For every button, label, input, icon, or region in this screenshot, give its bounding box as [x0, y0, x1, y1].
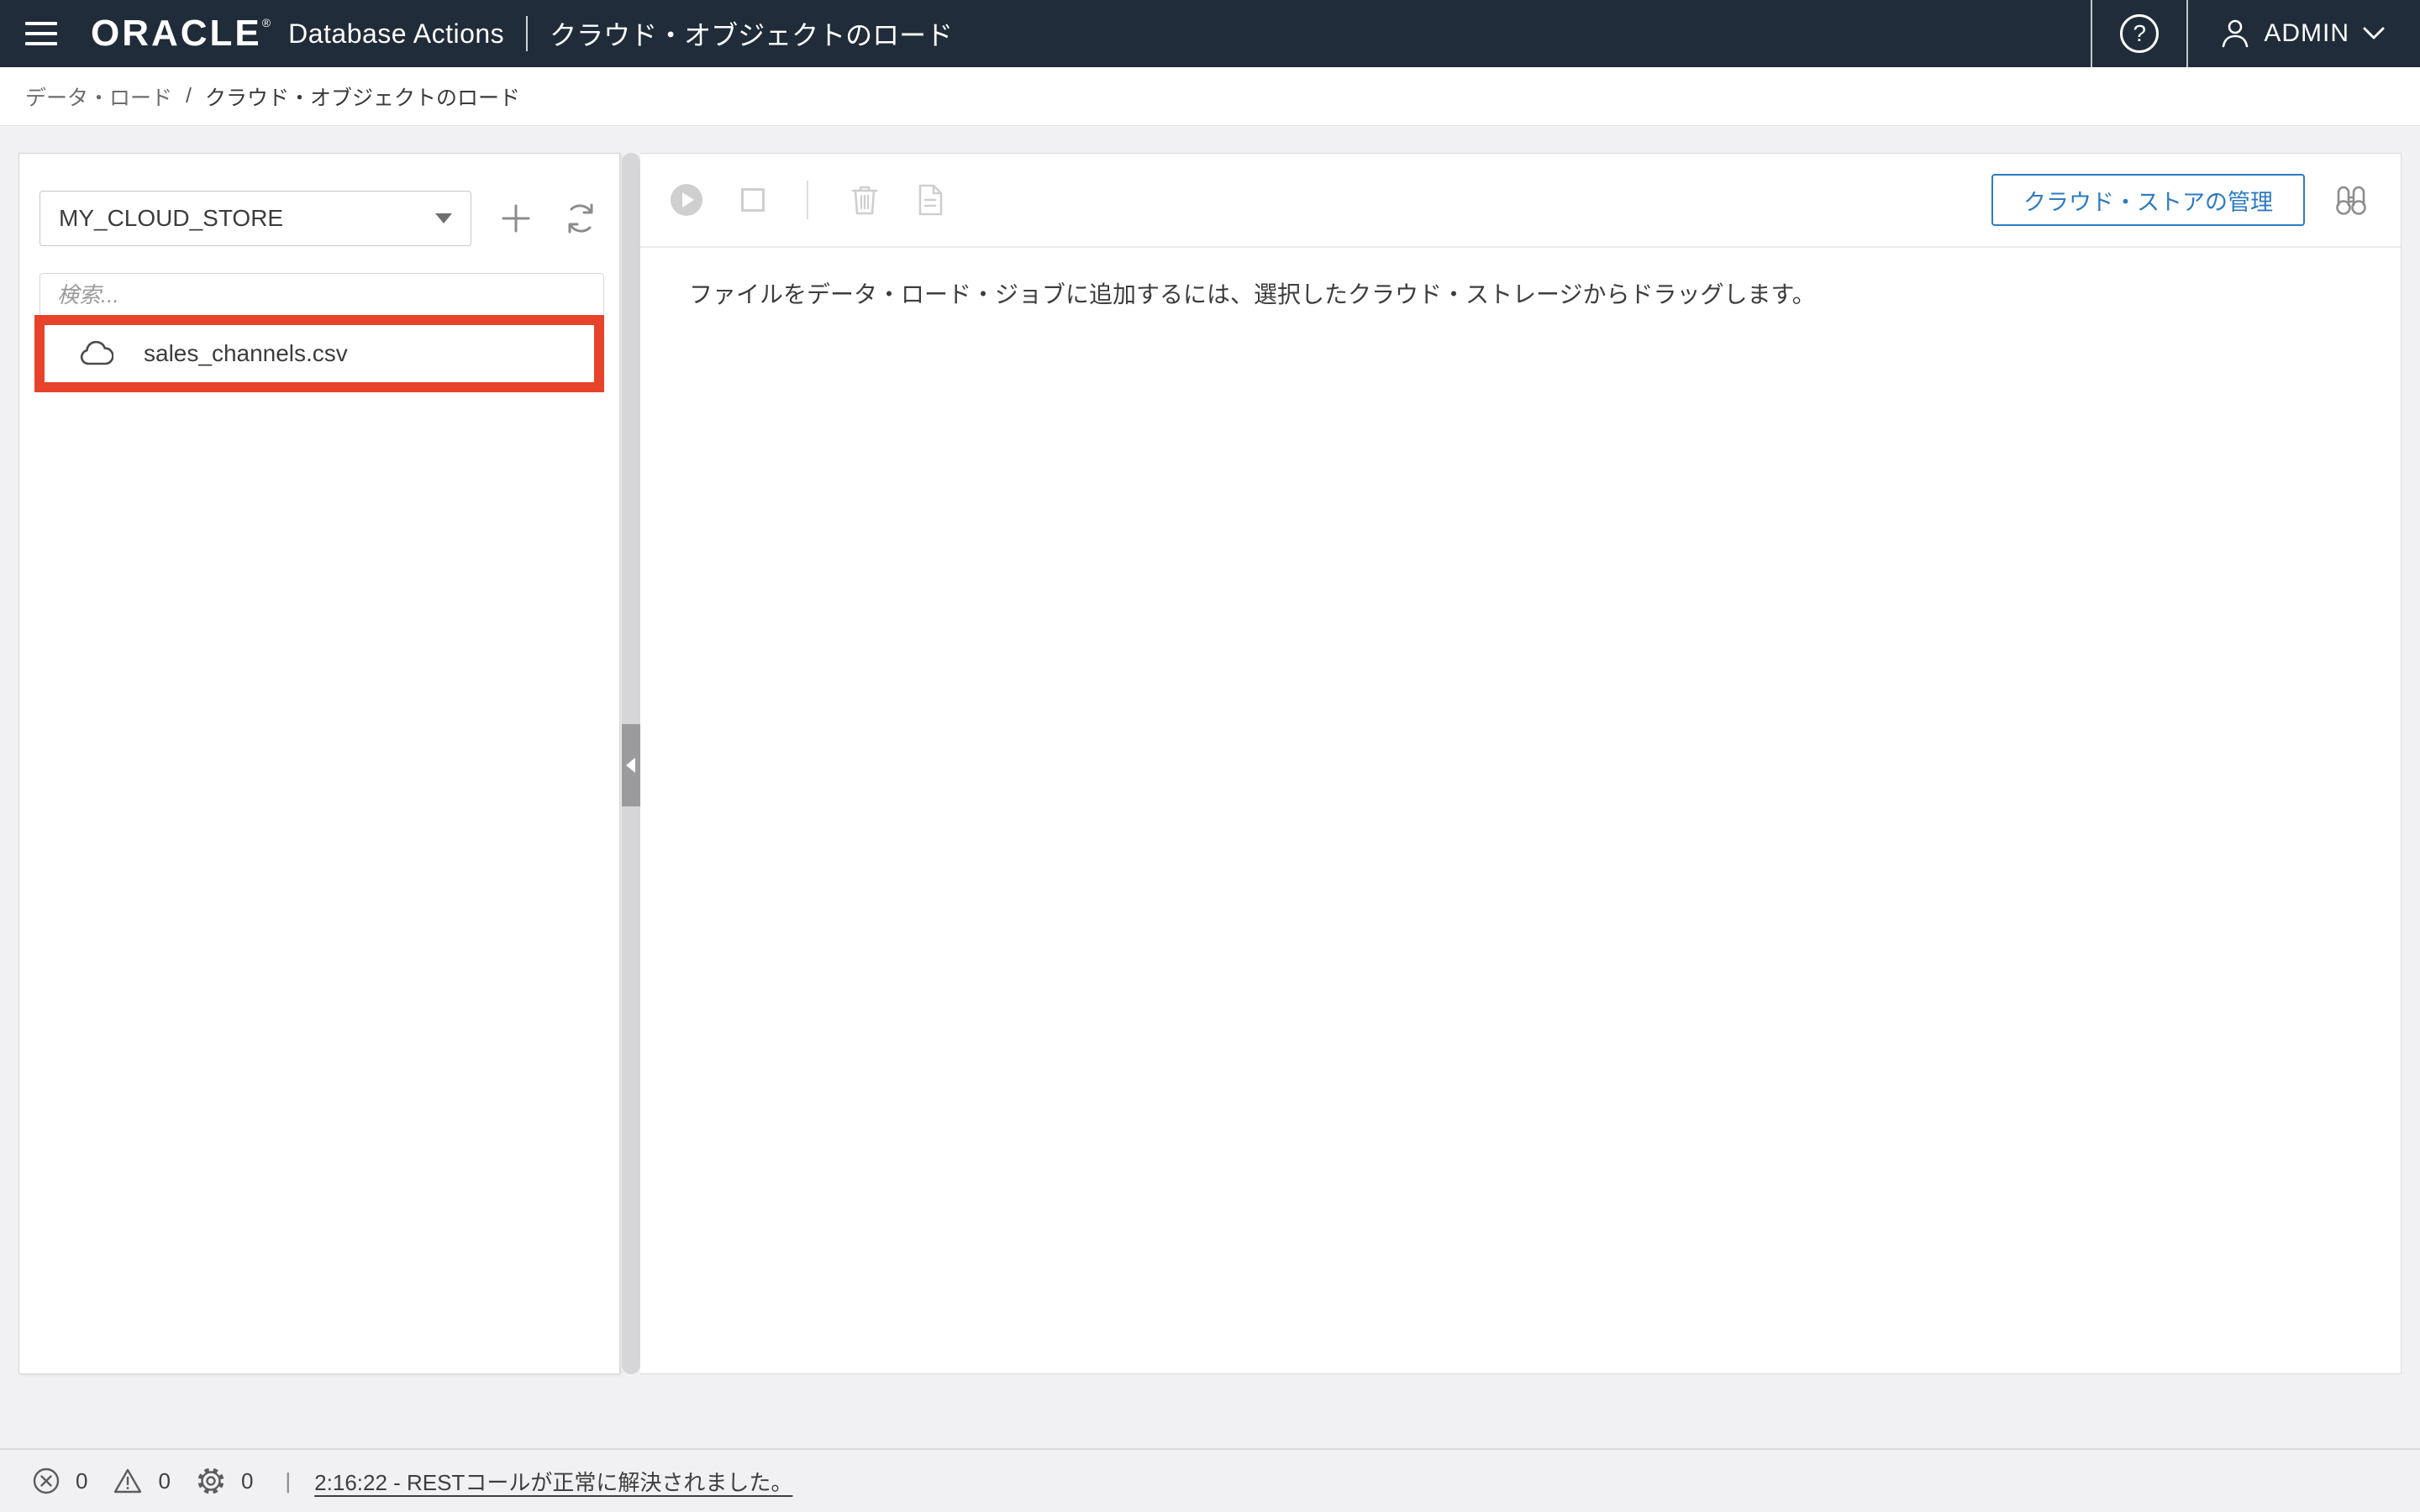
file-item[interactable]: sales_channels.csv	[45, 325, 594, 382]
warning-triangle-icon	[113, 1467, 143, 1495]
collapse-arrow-icon	[626, 758, 635, 773]
cloud-store-select-value: MY_CLOUD_STORE	[59, 205, 283, 232]
breadcrumb-separator: /	[186, 84, 192, 108]
drop-hint-text: ファイルをデータ・ロード・ジョブに追加するには、選択したクラウド・ストレージから…	[689, 276, 1816, 310]
file-name: sales_channels.csv	[144, 340, 348, 367]
gear-icon	[196, 1466, 226, 1496]
user-icon	[2220, 18, 2250, 50]
refresh-icon	[562, 200, 599, 237]
splitter-collapse-handle[interactable]	[622, 724, 640, 806]
trash-icon	[850, 184, 879, 216]
breadcrumb: データ・ロード / クラウド・オブジェクトのロード	[0, 67, 2420, 126]
cloud-icon	[80, 341, 113, 366]
cloud-store-panel: MY_CLOUD_STORE sales_channels.csv	[18, 153, 620, 1374]
run-button[interactable]	[671, 184, 702, 216]
select-caret-icon	[435, 213, 452, 223]
breadcrumb-link-data-load[interactable]: データ・ロード	[25, 81, 172, 112]
error-count: 0	[76, 1468, 87, 1494]
inspect-files-button[interactable]	[2332, 184, 2370, 216]
help-button[interactable]: ?	[2092, 0, 2186, 67]
refresh-button[interactable]	[559, 197, 602, 240]
breadcrumb-current: クラウド・オブジェクトのロード	[205, 81, 520, 112]
stop-button[interactable]	[741, 188, 765, 212]
error-counter[interactable]: 0	[32, 1467, 87, 1495]
file-search-input[interactable]	[39, 273, 604, 317]
cloud-store-select[interactable]: MY_CLOUD_STORE	[39, 191, 471, 246]
hamburger-menu-icon[interactable]	[25, 22, 57, 45]
data-load-job-panel: クラウド・ストアの管理 ファイルをデータ・ロード・ジョブに追加するには、選択した…	[640, 153, 2402, 1374]
warning-count: 0	[158, 1468, 170, 1494]
play-icon	[682, 192, 694, 207]
registered-mark: ®	[262, 16, 273, 29]
header-page-title: クラウド・オブジェクトのロード	[550, 14, 953, 53]
plus-icon	[500, 202, 532, 234]
delete-button[interactable]	[850, 184, 879, 216]
product-name: Database Actions	[288, 18, 504, 50]
store-select-row: MY_CLOUD_STORE	[39, 191, 602, 246]
job-action-group	[671, 181, 943, 219]
toolbar-divider	[807, 181, 808, 219]
status-bar: 0 0 0 | 2:16:22 - RESTコールが正常に解決されました。	[0, 1448, 2420, 1512]
help-icon: ?	[2120, 14, 2159, 53]
chevron-down-icon	[2363, 27, 2385, 40]
app-header: ORACLE® Database Actions クラウド・オブジェクトのロード…	[0, 0, 2420, 67]
process-counter[interactable]: 0	[196, 1466, 253, 1496]
report-button[interactable]	[918, 184, 943, 216]
document-icon	[918, 184, 943, 216]
title-divider	[526, 16, 528, 51]
error-circle-x-icon	[32, 1467, 60, 1495]
warning-counter[interactable]: 0	[113, 1467, 170, 1495]
process-count: 0	[241, 1468, 253, 1494]
add-cloud-store-button[interactable]	[495, 197, 537, 239]
user-name: ADMIN	[2264, 19, 2349, 48]
manage-cloud-store-button[interactable]: クラウド・ストアの管理	[1991, 174, 2305, 226]
user-menu[interactable]: ADMIN	[2188, 0, 2420, 67]
header-actions: ? ADMIN	[2091, 0, 2420, 67]
job-toolbar: クラウド・ストアの管理	[640, 154, 2401, 248]
toolbar-right-group: クラウド・ストアの管理	[1991, 174, 2370, 226]
binoculars-icon	[2332, 184, 2370, 216]
selection-highlight-annotation: sales_channels.csv	[34, 315, 604, 392]
oracle-logo: ORACLE®	[91, 15, 273, 52]
status-message-link[interactable]: 2:16:22 - RESTコールが正常に解決されました。	[314, 1466, 792, 1497]
status-separator: |	[285, 1468, 291, 1494]
